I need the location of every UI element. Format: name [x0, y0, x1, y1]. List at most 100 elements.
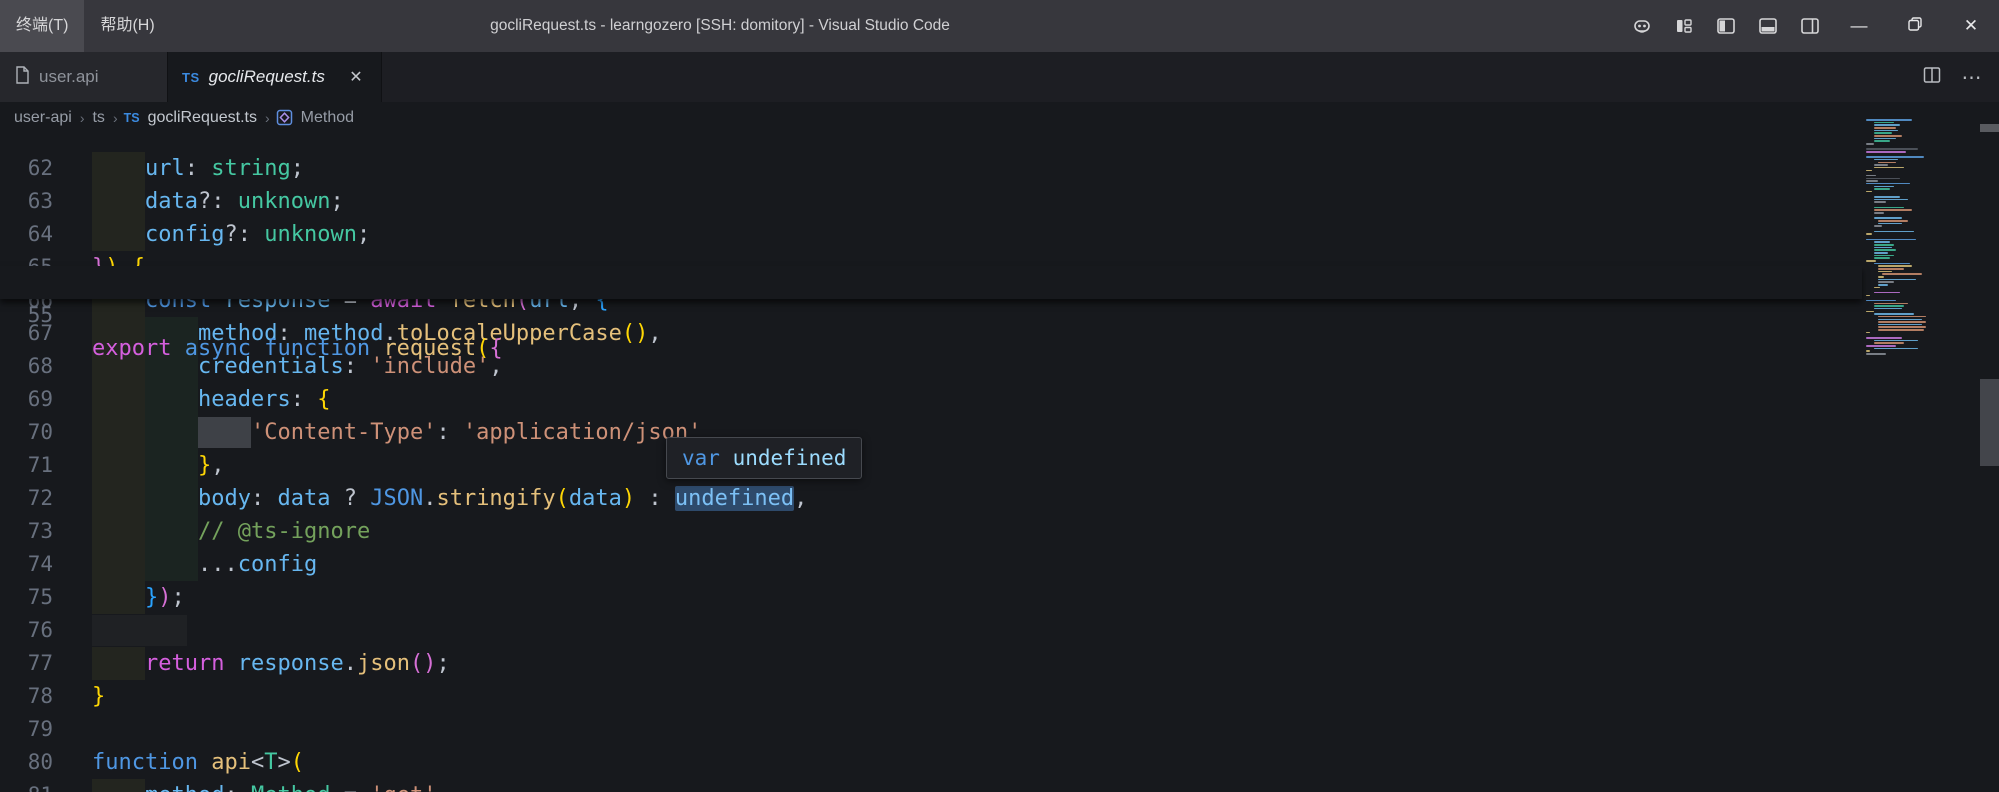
sticky-scroll-line[interactable]: 55 export async function request({: [0, 266, 1862, 299]
minimap-line: [1874, 225, 1882, 227]
line-number[interactable]: 79: [0, 713, 53, 746]
file-icon: [14, 66, 30, 89]
copilot-button[interactable]: [1621, 0, 1663, 52]
toggle-secondary-sidebar-icon: [1799, 15, 1821, 37]
line-number[interactable]: 62: [0, 152, 53, 185]
minimap-line: [1874, 135, 1902, 137]
minimap-line: [1878, 319, 1922, 321]
symbol-method-icon: [276, 109, 293, 126]
minimap-line: [1878, 324, 1922, 326]
tab-label: gocliRequest.ts: [209, 67, 325, 87]
line-number[interactable]: 74: [0, 548, 53, 581]
line-number[interactable]: 63: [0, 185, 53, 218]
line-number[interactable]: 73: [0, 515, 53, 548]
line-number[interactable]: 75: [0, 581, 53, 614]
minimap-line: [1874, 164, 1888, 166]
code-line-69[interactable]: 69headers: {: [0, 383, 1862, 416]
tab-bar: user.api TS gocliRequest.ts ✕: [0, 52, 1999, 102]
customize-layout-button[interactable]: [1663, 0, 1705, 52]
breadcrumb-item-folder[interactable]: user-api: [12, 109, 74, 127]
restore-icon: [1907, 16, 1923, 37]
code-line-62[interactable]: 62url: string;: [0, 152, 1862, 185]
toggle-secondary-sidebar-button[interactable]: [1789, 0, 1831, 52]
minimap-line: [1866, 332, 1870, 334]
code-editor[interactable]: 62url: string;63data?: unknown;64config?…: [0, 133, 1999, 792]
minimap-line: [1878, 284, 1888, 286]
minimap-line: [1866, 295, 1870, 297]
menu-help[interactable]: 帮助(H): [84, 0, 170, 52]
line-number[interactable]: 72: [0, 482, 53, 515]
minimap-line: [1874, 244, 1894, 246]
minimap-line: [1878, 316, 1926, 318]
toggle-primary-sidebar-button[interactable]: [1705, 0, 1747, 52]
code-line-72[interactable]: 72body: data ? JSON.stringify(data) : un…: [0, 482, 1862, 515]
code-area[interactable]: 62url: string;63data?: unknown;64config?…: [0, 133, 1862, 792]
line-number[interactable]: 64: [0, 218, 53, 251]
minimap-line: [1874, 130, 1898, 132]
indent-guide-tint: [92, 581, 145, 614]
code-line-64[interactable]: 64config?: unknown;: [0, 218, 1862, 251]
toggle-panel-button[interactable]: [1747, 0, 1789, 52]
line-number[interactable]: 77: [0, 647, 53, 680]
vertical-scrollbar[interactable]: [1978, 133, 1999, 792]
indent-guide-tint: [92, 482, 145, 515]
code-line-74[interactable]: 74...config: [0, 548, 1862, 581]
minimap-line: [1866, 350, 1870, 352]
tab-user-api[interactable]: user.api: [0, 52, 168, 102]
minimap-line: [1866, 178, 1900, 180]
minimap-line: [1878, 268, 1904, 270]
breadcrumb-item-file[interactable]: gocliRequest.ts: [146, 109, 259, 127]
minimize-button[interactable]: —: [1831, 0, 1887, 52]
indent-guide-tint: [145, 548, 198, 581]
code-line-75[interactable]: 75});: [0, 581, 1862, 614]
indent-guide-tint: [92, 515, 145, 548]
copilot-icon: [1632, 16, 1652, 36]
menu-terminal[interactable]: 终端(T): [0, 0, 84, 52]
line-number[interactable]: 80: [0, 746, 53, 779]
minimap-line: [1866, 233, 1872, 235]
code-line-73[interactable]: 73// @ts-ignore: [0, 515, 1862, 548]
tab-goclirequest[interactable]: TS gocliRequest.ts ✕: [168, 52, 382, 102]
minimap-line: [1874, 305, 1904, 307]
code-line-78[interactable]: 78}: [0, 680, 1862, 713]
restore-button[interactable]: [1887, 0, 1943, 52]
close-window-button[interactable]: ✕: [1943, 0, 1999, 52]
minimap-line: [1874, 340, 1918, 342]
minimap-line: [1878, 281, 1894, 283]
code-line-70[interactable]: 70'Content-Type': 'application/json': [0, 416, 1862, 449]
line-number[interactable]: 76: [0, 614, 53, 647]
code-line-77[interactable]: 77return response.json();: [0, 647, 1862, 680]
toggle-panel-icon: [1757, 15, 1779, 37]
minimap-line: [1866, 337, 1902, 339]
indent-guide-tint: [92, 152, 145, 185]
indent-guide-tint: [145, 449, 198, 482]
tooltip-keyword: var: [682, 446, 720, 470]
minimap-line: [1866, 143, 1874, 145]
split-editor-button[interactable]: [1915, 60, 1949, 94]
minimap-line: [1874, 292, 1900, 294]
line-number[interactable]: 71: [0, 449, 53, 482]
minimap-line: [1874, 287, 1880, 289]
code-line-76[interactable]: 76: [0, 614, 1862, 647]
breadcrumb-separator: ›: [74, 110, 91, 126]
minimap-line: [1866, 239, 1916, 241]
close-tab-icon[interactable]: ✕: [345, 66, 367, 88]
minimap[interactable]: [1866, 119, 1946, 778]
more-actions-button[interactable]: ⋯: [1955, 60, 1989, 94]
indent-guide-tint: [92, 449, 145, 482]
code-line-71[interactable]: 71},: [0, 449, 1862, 482]
line-number[interactable]: 81: [0, 779, 53, 792]
breadcrumb-item-folder[interactable]: ts: [90, 109, 106, 127]
code-line-81[interactable]: 81method: Method = 'get': [0, 779, 1862, 792]
line-number[interactable]: 70: [0, 416, 53, 449]
breadcrumb-item-symbol[interactable]: Method: [299, 109, 356, 127]
minimap-line: [1866, 183, 1910, 185]
code-line-63[interactable]: 63data?: unknown;: [0, 185, 1862, 218]
scrollbar-slider[interactable]: [1980, 379, 1999, 466]
line-number[interactable]: 78: [0, 680, 53, 713]
minimap-line: [1874, 196, 1900, 198]
minimap-line: [1874, 348, 1918, 350]
code-line-79[interactable]: 79: [0, 713, 1862, 746]
code-line-80[interactable]: 80function api<T>(: [0, 746, 1862, 779]
indent-guide-tint: [145, 515, 198, 548]
